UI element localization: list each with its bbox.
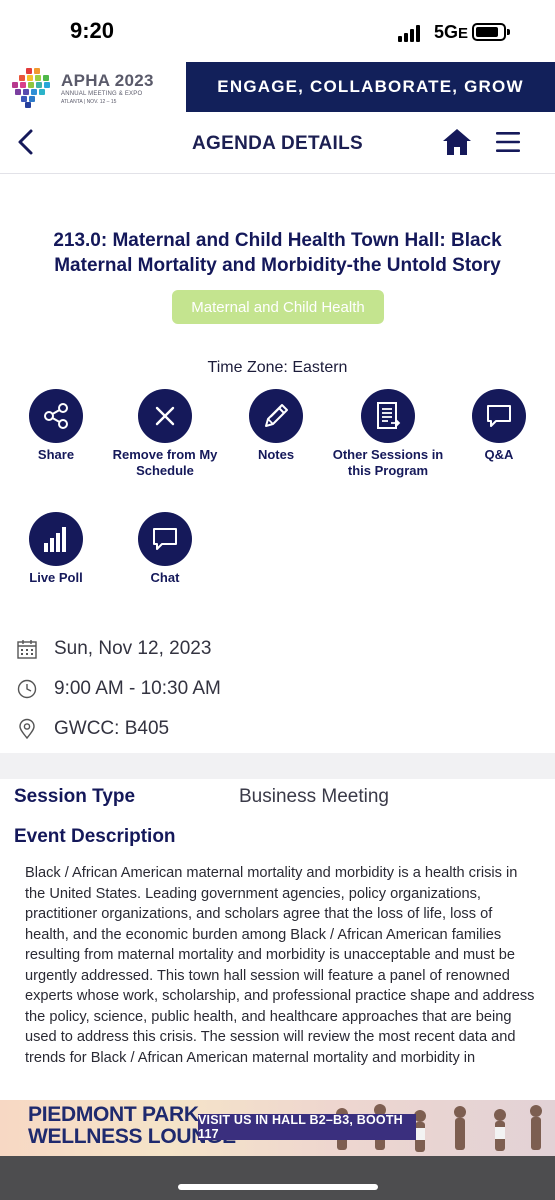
calendar-icon [17,640,37,659]
action-label: Live Poll [29,570,83,585]
session-location: GWCC: B405 [54,718,170,739]
session-title: 213.0: Maternal and Child Health Town Ha… [53,230,502,276]
logo-mosaic-icon [12,68,56,108]
action-label: Chat [150,570,180,585]
notes-button[interactable]: Notes [216,389,336,463]
share-button[interactable]: Share [0,389,116,463]
other-sessions-button[interactable]: Other Sessions in this Program [328,389,448,479]
close-icon [138,389,192,443]
time-row: 9:00 AM - 10:30 AM [16,676,221,702]
remove-from-schedule-button[interactable]: Remove from My Schedule [105,389,225,479]
share-icon [29,389,83,443]
timezone-label: Time Zone: Eastern [207,359,348,376]
home-indicator[interactable] [178,1184,378,1190]
speech-bubble-icon [472,389,526,443]
event-description-label: Event Description [14,826,176,847]
action-label: Notes [257,447,295,462]
pencil-icon [249,389,303,443]
live-poll-button[interactable]: Live Poll [0,512,116,586]
ad-cta-button[interactable]: VISIT US IN HALL B2–B3, BOOTH 117 [198,1113,416,1141]
app-header: AGENDA DETAILS [0,112,555,174]
date-row: Sun, Nov 12, 2023 [16,636,211,662]
chat-button[interactable]: Chat [105,512,225,586]
brand-subtitle: ANNUAL MEETING & EXPO [61,91,143,97]
ad-title-line1: PIEDMONT PARK [28,1103,199,1126]
session-date: Sun, Nov 12, 2023 [54,638,212,659]
location-pin-icon [19,718,35,740]
track-badge[interactable]: Maternal and Child Health [172,290,384,324]
chat-icon [138,512,192,566]
action-label: Share [37,447,75,462]
brand-location: ATLANTA | NOV. 12 – 15 [61,99,117,105]
session-type-label: Session Type [14,786,136,807]
clock-icon [17,679,37,699]
session-time: 9:00 AM - 10:30 AM [54,678,221,699]
brand-tagline: ENGAGE, COLLABORATE, GROW [186,62,555,112]
battery-icon [472,23,510,41]
system-home-area [0,1156,555,1200]
qa-button[interactable]: Q&A [439,389,555,463]
home-icon[interactable] [442,128,472,156]
action-label: Q&A [484,447,514,462]
section-divider [0,753,555,779]
location-row: GWCC: B405 [16,716,169,742]
event-description: Black / African American maternal mortal… [25,865,535,1066]
bar-chart-icon [29,512,83,566]
action-label: Remove from My Schedule [112,447,218,478]
session-type-value: Business Meeting [239,786,389,807]
ad-banner[interactable]: PIEDMONT PARK WELLNESS LOUNGE VISIT US I… [0,1100,555,1156]
cellular-signal-icon [398,25,424,42]
hamburger-menu-icon[interactable] [494,130,522,154]
brand-banner: APHA 2023 ANNUAL MEETING & EXPO ATLANTA … [0,62,555,112]
status-bar: 9:20 5GE [0,0,555,62]
action-label: Other Sessions in this Program [332,447,444,478]
apha-logo: APHA 2023 ANNUAL MEETING & EXPO ATLANTA … [0,62,184,112]
document-list-icon [361,389,415,443]
status-time: 9:20 [70,18,115,43]
brand-name: APHA 2023 [61,71,154,90]
network-type: 5GE [434,22,469,42]
